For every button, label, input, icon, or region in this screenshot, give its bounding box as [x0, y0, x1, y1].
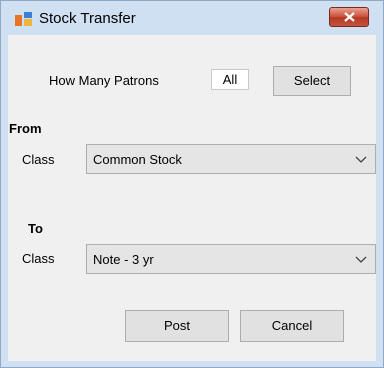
window-title: Stock Transfer: [39, 10, 136, 27]
to-class-select[interactable]: Note - 3 yr: [86, 244, 376, 274]
select-button[interactable]: Select: [273, 66, 351, 96]
title-bar[interactable]: Stock Transfer: [1, 1, 383, 35]
cancel-button[interactable]: Cancel: [240, 310, 344, 342]
to-heading: To: [28, 221, 43, 236]
close-button[interactable]: [329, 7, 369, 27]
close-icon: [344, 12, 355, 22]
from-class-select[interactable]: Common Stock: [86, 144, 376, 174]
how-many-patrons-label: How Many Patrons: [49, 73, 159, 88]
from-class-value: Common Stock: [93, 152, 182, 167]
dialog-body: How Many Patrons All Select From Class C…: [8, 35, 376, 361]
chevron-down-icon: [355, 156, 367, 163]
to-class-label: Class: [22, 251, 55, 266]
from-heading: From: [9, 121, 42, 136]
chevron-down-icon: [355, 256, 367, 263]
patrons-count-field: All: [211, 69, 249, 90]
app-window-icon: [15, 12, 33, 26]
to-class-value: Note - 3 yr: [93, 252, 154, 267]
from-class-label: Class: [22, 152, 55, 167]
post-button[interactable]: Post: [125, 310, 229, 342]
stock-transfer-window: Stock Transfer How Many Patrons All Sele…: [0, 0, 384, 368]
